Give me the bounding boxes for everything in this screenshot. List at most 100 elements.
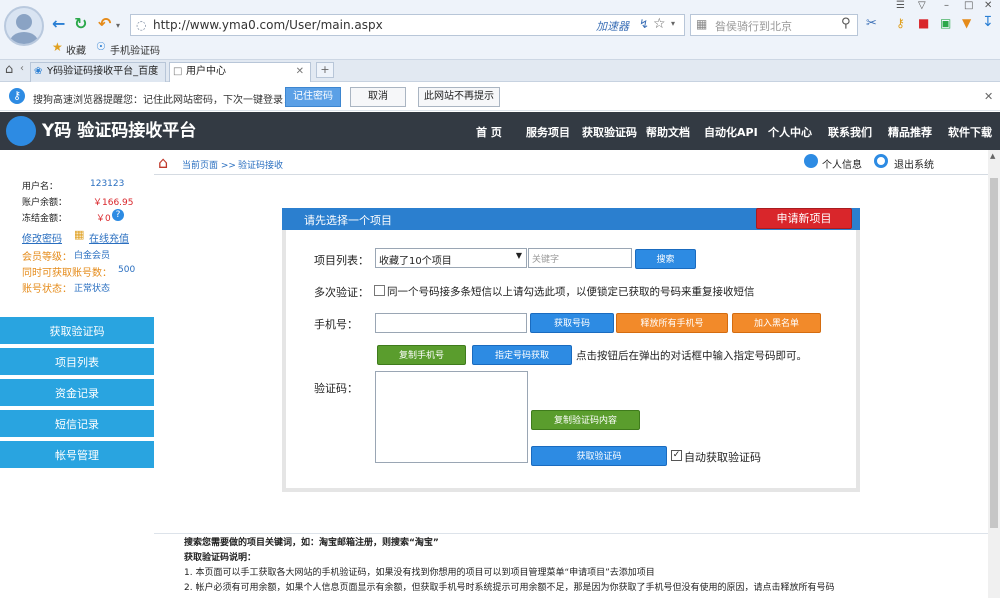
nav-contact[interactable]: 联系我们 bbox=[828, 124, 872, 140]
release-all-button[interactable]: 释放所有手机号 bbox=[616, 313, 728, 333]
bookmark-phone-code[interactable]: 手机验证码 bbox=[110, 42, 160, 57]
close-tab-icon[interactable]: ✕ bbox=[296, 63, 304, 81]
help-icon[interactable]: ? bbox=[112, 209, 124, 221]
balance-value: ￥166.95 bbox=[93, 198, 134, 208]
password-notice-bar: ⚷ 搜狗高速浏览器提醒您：记住此网站密码，下次一键登录！ 记住密码 取消 此网站… bbox=[0, 83, 1000, 111]
page-icon: □ bbox=[173, 66, 183, 77]
refresh-icon[interactable]: ↻ bbox=[74, 14, 87, 34]
address-bar[interactable]: ◌ http://www.yma0.com/User/main.aspx 加速器… bbox=[130, 14, 685, 36]
tab-yma-baidu[interactable]: ❀ Y码验证码接收平台_百度 ✕ bbox=[30, 62, 166, 82]
chevron-down-icon[interactable]: ▾ bbox=[116, 16, 120, 36]
minimize-icon[interactable]: – bbox=[944, 0, 949, 11]
star-icon[interactable]: ☆ bbox=[653, 16, 666, 32]
download-icon[interactable]: ▼ bbox=[962, 16, 971, 30]
nav-help[interactable]: 帮助文档 bbox=[646, 124, 690, 140]
nav-recommended[interactable]: 精品推荐 bbox=[888, 124, 932, 140]
nav-api[interactable]: 自动化API bbox=[704, 124, 758, 140]
menu-project-list[interactable]: 项目列表 bbox=[0, 348, 154, 377]
chevron-down-icon: ▼ bbox=[515, 251, 522, 260]
logout-link[interactable]: 退出系统 bbox=[894, 156, 934, 171]
nav-download[interactable]: 软件下载 bbox=[948, 124, 992, 140]
recharge-link[interactable]: 在线充值 bbox=[89, 230, 129, 245]
level-value: 白金会员 bbox=[74, 251, 111, 261]
username-label: 用户名： bbox=[22, 182, 59, 192]
notice-text: 搜狗高速浏览器提醒您：记住此网站密码，下次一键登录！ bbox=[33, 95, 293, 106]
stop-icon[interactable]: ■ bbox=[918, 16, 929, 30]
menu-sms-records[interactable]: 短信记录 bbox=[0, 410, 154, 439]
maximize-icon[interactable]: □ bbox=[964, 0, 973, 11]
main-content: ⌂ 当前页面 >> 验证码接收 个人信息 退出系统 请先选择一个项目 申请新项目… bbox=[154, 150, 988, 598]
logo-text: Y码 验证码接收平台 bbox=[42, 121, 197, 141]
never-prompt-button[interactable]: 此网站不再提示 bbox=[418, 87, 500, 107]
profile-link[interactable]: 个人信息 bbox=[822, 156, 862, 171]
site-logo[interactable]: Y码 验证码接收平台 bbox=[6, 115, 196, 147]
tab-user-center[interactable]: □ 用户中心 ✕ bbox=[169, 62, 311, 82]
menu-get-code[interactable]: 获取验证码 bbox=[0, 317, 154, 346]
keyword-tip: 搜索您需要做的项目关键词，如：淘宝邮箱注册，则搜索“淘宝” bbox=[184, 538, 439, 548]
frozen-label: 冻结金额： bbox=[22, 214, 68, 224]
lightning-icon[interactable]: ↯ bbox=[639, 17, 649, 31]
site-header: Y码 验证码接收平台 首 页 服务项目 获取验证码 帮助文档 自动化API 个人… bbox=[0, 112, 1000, 150]
key-icon[interactable]: ⚷ bbox=[896, 16, 905, 30]
get-number-button[interactable]: 获取号码 bbox=[530, 313, 614, 333]
search-input[interactable]: ▦ 昝侯骑行到北京 ⚲ bbox=[690, 14, 858, 36]
menu-fund-records[interactable]: 资金记录 bbox=[0, 379, 154, 408]
breadcrumb-page[interactable]: 验证码接收 bbox=[238, 158, 283, 171]
breadcrumb-prefix: 当前页面 >> bbox=[182, 161, 236, 171]
status-label: 账号状态： bbox=[22, 284, 72, 295]
nav-home[interactable]: 首 页 bbox=[476, 124, 502, 140]
chevron-left-icon[interactable]: ‹ bbox=[20, 63, 24, 74]
get-code-button[interactable]: 获取验证码 bbox=[531, 446, 667, 466]
remember-password-button[interactable]: 记住密码 bbox=[285, 87, 341, 107]
accelerator-label[interactable]: 加速器 bbox=[596, 18, 629, 34]
search-icon[interactable]: ⚲ bbox=[841, 16, 851, 31]
project-select[interactable]: 收藏了10个项目 ▼ bbox=[375, 248, 527, 268]
multi-verify-label: 多次验证： bbox=[314, 286, 369, 299]
blacklist-button[interactable]: 加入黑名单 bbox=[732, 313, 821, 333]
wallet-icon: ▦ bbox=[74, 228, 85, 241]
keyword-input[interactable]: 关键字 bbox=[528, 248, 632, 268]
copy-phone-button[interactable]: 复制手机号 bbox=[377, 345, 466, 365]
chevron-down-icon[interactable]: ▾ bbox=[671, 19, 675, 28]
auto-get-checkbox[interactable]: ✓ bbox=[671, 450, 682, 461]
scroll-thumb[interactable] bbox=[990, 178, 998, 528]
key-icon: ⚷ bbox=[9, 88, 25, 104]
close-icon[interactable]: ✕ bbox=[984, 0, 992, 11]
shirt-icon[interactable]: ▽ bbox=[918, 0, 926, 11]
multi-verify-checkbox[interactable] bbox=[374, 285, 385, 296]
home-icon[interactable]: ⌂ bbox=[158, 153, 168, 172]
phone-input[interactable] bbox=[375, 313, 527, 333]
new-tab-icon[interactable]: + bbox=[316, 62, 334, 78]
nav-get-code[interactable]: 获取验证码 bbox=[582, 124, 637, 140]
concurrent-label: 同时可获取账号数： bbox=[22, 268, 112, 279]
skin-icon[interactable]: ☰ bbox=[896, 0, 905, 11]
concurrent-value: 500 bbox=[118, 265, 136, 275]
specify-number-button[interactable]: 指定号码获取 bbox=[472, 345, 572, 365]
home-icon[interactable]: ⌂ bbox=[5, 62, 13, 77]
nav-user-center[interactable]: 个人中心 bbox=[768, 124, 812, 140]
undo-icon[interactable]: ↶ bbox=[98, 14, 111, 34]
username-value: 123123 bbox=[90, 179, 125, 189]
close-tab-icon[interactable]: ✕ bbox=[151, 63, 159, 81]
menu-account-manage[interactable]: 帐号管理 bbox=[0, 441, 154, 470]
code-textarea[interactable] bbox=[375, 371, 528, 463]
extension-icon[interactable]: ▣ bbox=[940, 16, 951, 30]
download-arrow-icon[interactable]: ↧ bbox=[982, 14, 994, 30]
close-icon[interactable]: ✕ bbox=[984, 90, 993, 103]
search-button[interactable]: 搜索 bbox=[635, 249, 696, 269]
cancel-button[interactable]: 取消 bbox=[350, 87, 406, 107]
back-icon[interactable]: ← bbox=[52, 14, 65, 34]
tab-label: Y码验证码接收平台_百度 bbox=[47, 66, 159, 77]
nav-services[interactable]: 服务项目 bbox=[526, 124, 570, 140]
copy-code-button[interactable]: 复制验证码内容 bbox=[531, 410, 640, 430]
page-scrollbar[interactable]: ▲ bbox=[988, 150, 1000, 598]
globe-icon: ☉ bbox=[96, 40, 106, 53]
phone-label: 手机号： bbox=[314, 318, 358, 331]
scroll-up-icon[interactable]: ▲ bbox=[990, 152, 995, 160]
user-avatar[interactable] bbox=[4, 6, 44, 46]
tab-strip: ⌂ ‹ ❀ Y码验证码接收平台_百度 ✕ □ 用户中心 ✕ + bbox=[0, 60, 1000, 82]
favorites-label[interactable]: 收藏 bbox=[66, 42, 86, 57]
new-project-button[interactable]: 申请新项目 bbox=[756, 208, 852, 229]
change-password-link[interactable]: 修改密码 bbox=[22, 230, 62, 245]
scissors-icon[interactable]: ✂ bbox=[866, 16, 877, 31]
